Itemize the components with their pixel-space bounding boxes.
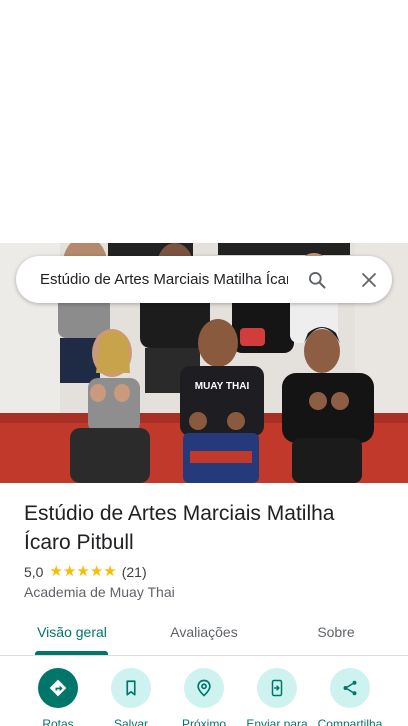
star-icon: ★ (89, 563, 104, 580)
send-to-phone-label: Enviar para (246, 717, 308, 726)
star-icon: ★ (76, 563, 90, 580)
tab-overview[interactable]: Visão geral (24, 613, 120, 655)
send-to-phone-button[interactable]: Enviar para (240, 668, 314, 726)
map-area (0, 0, 408, 243)
nearby-button[interactable]: Próximo (167, 668, 241, 726)
rating-row[interactable]: 5,0 ★ ★ ★ ★ ★ (21) (24, 563, 147, 581)
place-category[interactable]: Academia de Muay Thai (24, 584, 175, 600)
send-to-phone-icon (257, 668, 297, 708)
star-icon: ★ (49, 563, 63, 580)
shirt-text: MUAY THAI (195, 381, 250, 392)
share-button[interactable]: Compartilha (313, 668, 387, 726)
star-icon: ★ (103, 563, 117, 580)
review-count[interactable]: (21) (122, 564, 147, 580)
nearby-icon (184, 668, 224, 708)
action-buttons: Rotas Salvar Próximo Enviar para Compart… (0, 668, 408, 726)
active-tab-indicator (35, 651, 108, 655)
star-icon: ★ (62, 563, 77, 580)
search-bar[interactable]: Estúdio de Artes Marciais Matilha Ícaro … (16, 256, 392, 303)
save-button[interactable]: Salvar (94, 668, 168, 726)
share-label: Compartilha (317, 717, 383, 726)
directions-label: Rotas (42, 717, 74, 726)
directions-button[interactable]: Rotas (21, 668, 95, 726)
save-label: Salvar (113, 717, 148, 726)
star-rating: ★ ★ ★ ★ ★ (49, 563, 116, 581)
tab-reviews[interactable]: Avaliações (156, 613, 252, 655)
tab-about[interactable]: Sobre (288, 613, 384, 655)
close-icon[interactable] (354, 265, 384, 295)
place-tabs: Visão geral Avaliações Sobre (0, 613, 408, 656)
search-icon[interactable] (302, 265, 332, 295)
place-title: Estúdio de Artes Marciais Matilha Ícaro … (24, 502, 335, 554)
bookmark-icon (111, 668, 151, 708)
nearby-label: Próximo (181, 717, 226, 726)
directions-icon (38, 668, 78, 708)
search-input[interactable]: Estúdio de Artes Marciais Matilha Ícaro … (40, 256, 288, 303)
rating-value: 5,0 (24, 564, 44, 580)
share-icon (330, 668, 370, 708)
